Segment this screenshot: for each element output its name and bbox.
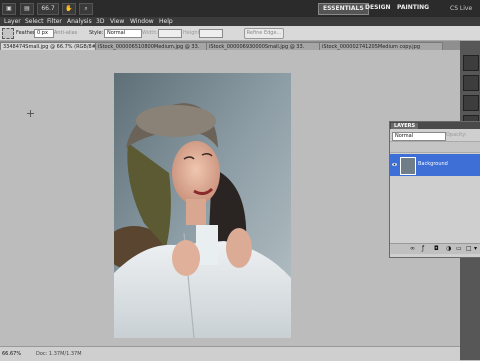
blend-mode-select[interactable]: Normal (392, 132, 446, 141)
layer-name: Background (418, 161, 448, 167)
layers-tab[interactable]: LAYERS (391, 123, 419, 129)
menu-bar: Layer Select Filter Analysis 3D View Win… (0, 17, 480, 26)
eye-icon[interactable] (392, 162, 397, 167)
workspace-painting[interactable]: PAINTING (393, 3, 433, 13)
menu-window[interactable]: Window (130, 17, 154, 26)
lock-row (390, 141, 480, 153)
opacity-label: Opacity: (446, 132, 467, 138)
width-label: Width: (142, 30, 159, 36)
tool-preset-icon[interactable]: ▣ (2, 3, 16, 15)
fx-icon[interactable]: ƒ (422, 245, 424, 252)
menu-analysis[interactable]: Analysis (67, 17, 92, 26)
link-icon[interactable]: ∞ (410, 245, 415, 252)
woman-in-fur-hat-photo (114, 73, 291, 338)
color-panel-icon[interactable] (463, 55, 479, 71)
layer-row-background[interactable]: Background (390, 154, 480, 176)
folder-icon[interactable]: ▭ (456, 245, 462, 252)
zoom-tool-icon[interactable]: ⌕ (79, 3, 93, 15)
hand-tool-icon[interactable]: ✋ (62, 3, 76, 15)
layer-thumbnail (400, 157, 416, 175)
layers-panel: LAYERS Normal Opacity: Background ∞ ƒ ◘ … (389, 121, 480, 258)
width-input[interactable] (158, 29, 182, 38)
adjustment-icon[interactable]: ◑ (446, 245, 451, 252)
mask-icon[interactable]: ◘ (434, 245, 439, 252)
trash-icon[interactable]: ▾ (474, 245, 477, 252)
status-bar: 66.67% Doc: 1.37M/1.37M (0, 346, 460, 361)
zoom-readout[interactable]: 66.67% (2, 350, 21, 358)
new-layer-icon[interactable]: □ (466, 245, 472, 252)
options-bar: Feather: 0 px Anti-alias Style: Normal W… (0, 26, 480, 41)
menu-select[interactable]: Select (25, 17, 44, 26)
workspace-design[interactable]: DESIGN (361, 3, 395, 13)
menu-layer[interactable]: Layer (4, 17, 21, 26)
feather-input[interactable]: 0 px (34, 29, 54, 38)
crosshair-cursor-icon (27, 110, 34, 117)
gear-panel-icon[interactable] (463, 95, 479, 111)
layers-panel-footer: ∞ ƒ ◘ ◑ ▭ □ ▾ (390, 243, 480, 254)
zoom-level-dropdown[interactable]: 66.7 (37, 3, 59, 15)
antialias-checkbox[interactable]: Anti-alias (54, 29, 77, 37)
document-image[interactable] (114, 73, 291, 338)
menu-help[interactable]: Help (159, 17, 173, 26)
layers-panel-header: LAYERS (390, 122, 480, 129)
refine-edge-button[interactable]: Refine Edge... (244, 28, 284, 39)
height-input[interactable] (199, 29, 223, 38)
style-select[interactable]: Normal (104, 29, 142, 38)
adjustments-panel-icon[interactable] (463, 75, 479, 91)
arrange-icon[interactable]: ▤ (20, 3, 34, 15)
cs-live-button[interactable]: CS Live (450, 3, 478, 14)
menu-filter[interactable]: Filter (47, 17, 62, 26)
document-tab-bar: 3348474Small.jpg @ 66.7% (RGB/8#) × iSto… (0, 41, 460, 51)
marquee-tool-icon[interactable] (2, 28, 14, 39)
menu-view[interactable]: View (110, 17, 124, 26)
style-label: Style: (89, 30, 104, 36)
document-info: Doc: 1.37M/1.37M (36, 351, 82, 357)
menu-3d[interactable]: 3D (96, 17, 104, 26)
application-bar: ▣ ▤ 66.7 ✋ ⌕ ESSENTIALS DESIGN PAINTING … (0, 0, 480, 17)
